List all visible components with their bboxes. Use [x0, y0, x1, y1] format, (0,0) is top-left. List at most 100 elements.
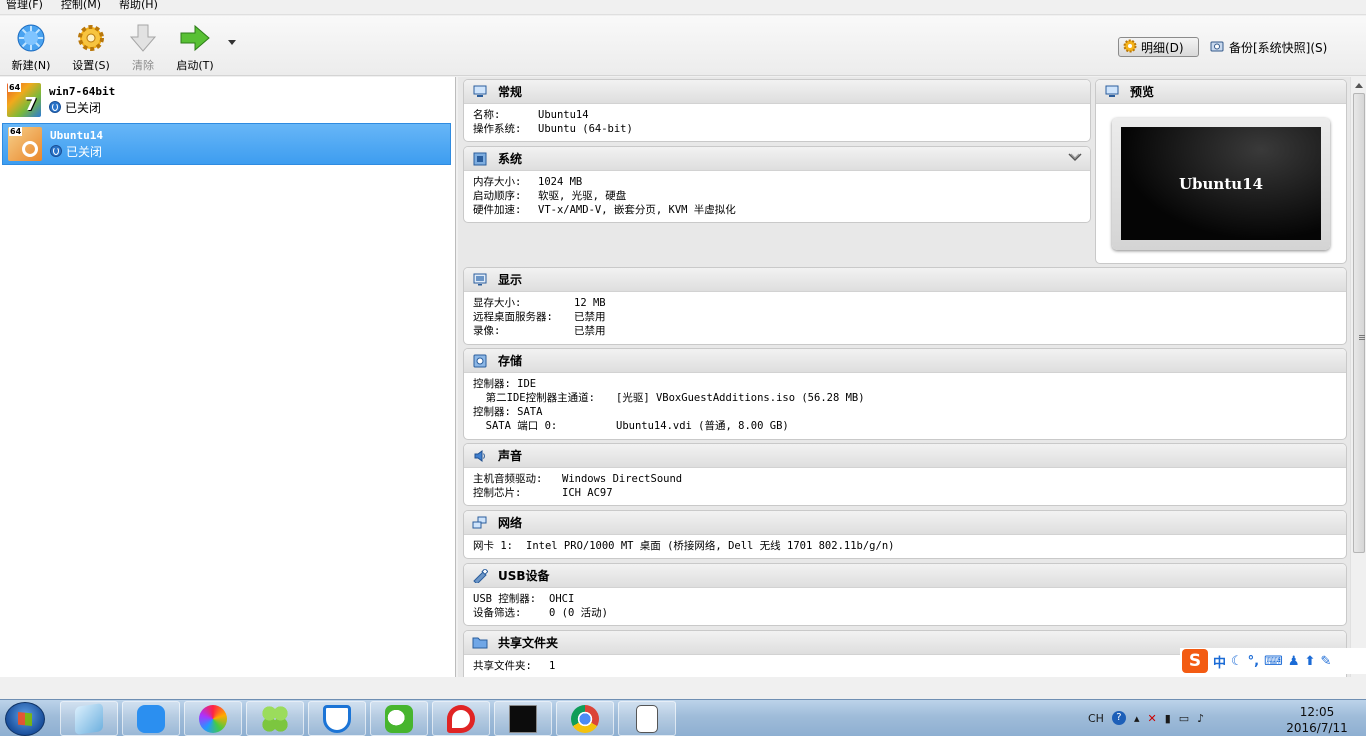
- new-button-label: 新建(N): [11, 59, 51, 72]
- section-display: 显示 显存大小: 12 MB 远程桌面服务器: 已禁用 录像: 已禁用: [463, 267, 1347, 345]
- detail-row: 名称: Ubuntu14: [473, 109, 589, 121]
- section-title: 存储: [498, 354, 523, 368]
- ubuntu-os-icon: 64: [8, 127, 42, 161]
- network-error-icon[interactable]: ✕: [1147, 712, 1156, 725]
- wrench-icon[interactable]: ✎: [1320, 654, 1331, 669]
- detail-mode-button[interactable]: 明细(D): [1118, 37, 1199, 57]
- scroll-thumb[interactable]: [1353, 93, 1365, 553]
- clock[interactable]: 12:05 2016/7/11: [1282, 704, 1352, 736]
- gear-small-icon: [1123, 39, 1137, 56]
- scroll-up-icon[interactable]: [1355, 83, 1363, 88]
- taskbar-app-security[interactable]: [308, 701, 366, 736]
- vm-list: 64 7 win7-64bit 已关闭 64 Ubuntu14 已关闭: [0, 77, 456, 677]
- taskbar-app-photos[interactable]: [184, 701, 242, 736]
- detail-row: SATA 端口 0: Ubuntu14.vdi (普通, 8.00 GB): [473, 420, 789, 432]
- language-indicator[interactable]: CH: [1088, 712, 1104, 725]
- detail-row: 第二IDE控制器主通道: [光驱] VBoxGuestAdditions.iso …: [473, 392, 865, 404]
- signal-icon[interactable]: ▮: [1165, 712, 1171, 725]
- section-system-header[interactable]: 系统: [464, 147, 1090, 171]
- pen-icon: [137, 704, 165, 733]
- section-audio: 声音 主机音频驱动: Windows DirectSound 控制芯片: ICH A…: [463, 443, 1347, 506]
- chevron-down-icon[interactable]: [1068, 152, 1082, 164]
- gear-icon: [75, 22, 107, 54]
- section-title: 共享文件夹: [498, 636, 559, 650]
- start-button-label: 启动(T): [176, 59, 214, 72]
- start-button[interactable]: [5, 702, 45, 736]
- terminal-icon: [509, 704, 537, 733]
- detail-row: 主机音频驱动: Windows DirectSound: [473, 473, 683, 485]
- camera-icon: [1210, 40, 1224, 55]
- section-general-header[interactable]: 常规: [464, 80, 1090, 104]
- punctuation-icon[interactable]: °,: [1248, 654, 1259, 669]
- detail-row: 远程桌面服务器: 已禁用: [473, 311, 606, 323]
- taskbar-app-wechat[interactable]: [370, 701, 428, 736]
- section-title: 声音: [498, 449, 523, 463]
- monitor-icon: [1104, 85, 1120, 99]
- section-storage: 存储 控制器: IDE 第二IDE控制器主通道: [光驱] VBoxGuestAd…: [463, 348, 1347, 440]
- shirt-icon[interactable]: ⬆: [1305, 654, 1316, 669]
- discard-button-label: 清除: [132, 59, 154, 72]
- document-icon: [636, 704, 658, 733]
- tray-expand-icon[interactable]: ▴: [1134, 712, 1140, 725]
- taskbar-app-clover[interactable]: [246, 701, 304, 736]
- section-network-header[interactable]: 网络: [464, 511, 1346, 535]
- details-scrollbar[interactable]: [1350, 77, 1366, 677]
- taskbar-app-dingtalk[interactable]: [122, 701, 180, 736]
- taskbar-app-cmd[interactable]: [494, 701, 552, 736]
- vm-name: win7-64bit: [49, 84, 116, 98]
- section-title: 网络: [498, 516, 523, 530]
- green-arrow-icon: [179, 22, 211, 54]
- taskbar-app-notepad[interactable]: [60, 701, 118, 736]
- start-dropdown-icon[interactable]: [228, 40, 236, 45]
- section-preview: 预览 Ubuntu14: [1095, 79, 1347, 264]
- detail-row: 设备筛选: 0 (0 活动): [473, 607, 608, 619]
- preview-screen: Ubuntu14: [1112, 118, 1330, 250]
- settings-button[interactable]: 设置(S): [66, 22, 116, 73]
- new-vm-icon: [15, 22, 47, 54]
- preview-label: Ubuntu14: [1121, 127, 1321, 240]
- display-icon: [472, 273, 488, 287]
- detail-row: 控制器: SATA: [473, 406, 543, 418]
- section-preview-header[interactable]: 预览: [1096, 80, 1346, 104]
- detail-row: 内存大小: 1024 MB: [473, 176, 583, 188]
- toolbar: 新建(N) 设置(S) 清除 启动(T) 明细(D) 备份[系统快照](S): [0, 16, 1366, 76]
- taskbar-app-g[interactable]: [432, 701, 490, 736]
- vm-item-win7[interactable]: 64 7 win7-64bit 已关闭: [2, 79, 451, 121]
- clock-time: 12:05: [1299, 705, 1335, 719]
- volume-muted-icon[interactable]: ♪: [1197, 712, 1204, 725]
- section-usb: USB设备 USB 控制器: OHCI 设备筛选: 0 (0 活动): [463, 563, 1347, 626]
- vm-state-label: 已关闭: [66, 144, 103, 159]
- ubuntu-logo-icon: [22, 141, 38, 157]
- sogou-logo-icon[interactable]: S: [1182, 649, 1208, 673]
- settings-button-label: 设置(S): [72, 59, 110, 72]
- menu-help[interactable]: 帮助(H): [119, 0, 158, 11]
- power-off-icon: [50, 145, 62, 157]
- moon-icon[interactable]: ☾: [1231, 654, 1243, 669]
- start-button[interactable]: 启动(T): [170, 22, 220, 73]
- menu-control[interactable]: 控制(M): [61, 0, 101, 11]
- vm-item-ubuntu14[interactable]: 64 Ubuntu14 已关闭: [2, 123, 451, 165]
- vm-state: 已关闭: [49, 99, 115, 116]
- user-icon[interactable]: ♟: [1288, 654, 1300, 669]
- section-audio-header[interactable]: 声音: [464, 444, 1346, 468]
- section-display-header[interactable]: 显示: [464, 268, 1346, 292]
- monitor-icon: [472, 85, 488, 99]
- snapshot-mode-button[interactable]: 备份[系统快照](S): [1210, 37, 1327, 57]
- menu-manage[interactable]: 管理(F): [6, 0, 43, 11]
- power-icon[interactable]: ▭: [1179, 712, 1189, 725]
- snapshot-mode-label: 备份[系统快照](S): [1229, 40, 1328, 55]
- section-storage-header[interactable]: 存储: [464, 349, 1346, 373]
- taskbar-app-chrome[interactable]: [556, 701, 614, 736]
- power-off-icon: [49, 101, 61, 113]
- discard-button[interactable]: 清除: [118, 22, 168, 73]
- taskbar-app-document[interactable]: [618, 701, 676, 736]
- ime-language[interactable]: 中: [1213, 652, 1226, 671]
- new-button[interactable]: 新建(N): [6, 22, 56, 73]
- section-usb-header[interactable]: USB设备: [464, 564, 1346, 588]
- vm-state: 已关闭: [50, 143, 103, 160]
- clover-icon: [261, 704, 289, 733]
- chrome-icon: [571, 704, 599, 733]
- detail-row: 录像: 已禁用: [473, 325, 606, 337]
- keyboard-icon[interactable]: ⌨: [1264, 654, 1283, 669]
- help-icon[interactable]: ?: [1111, 711, 1126, 725]
